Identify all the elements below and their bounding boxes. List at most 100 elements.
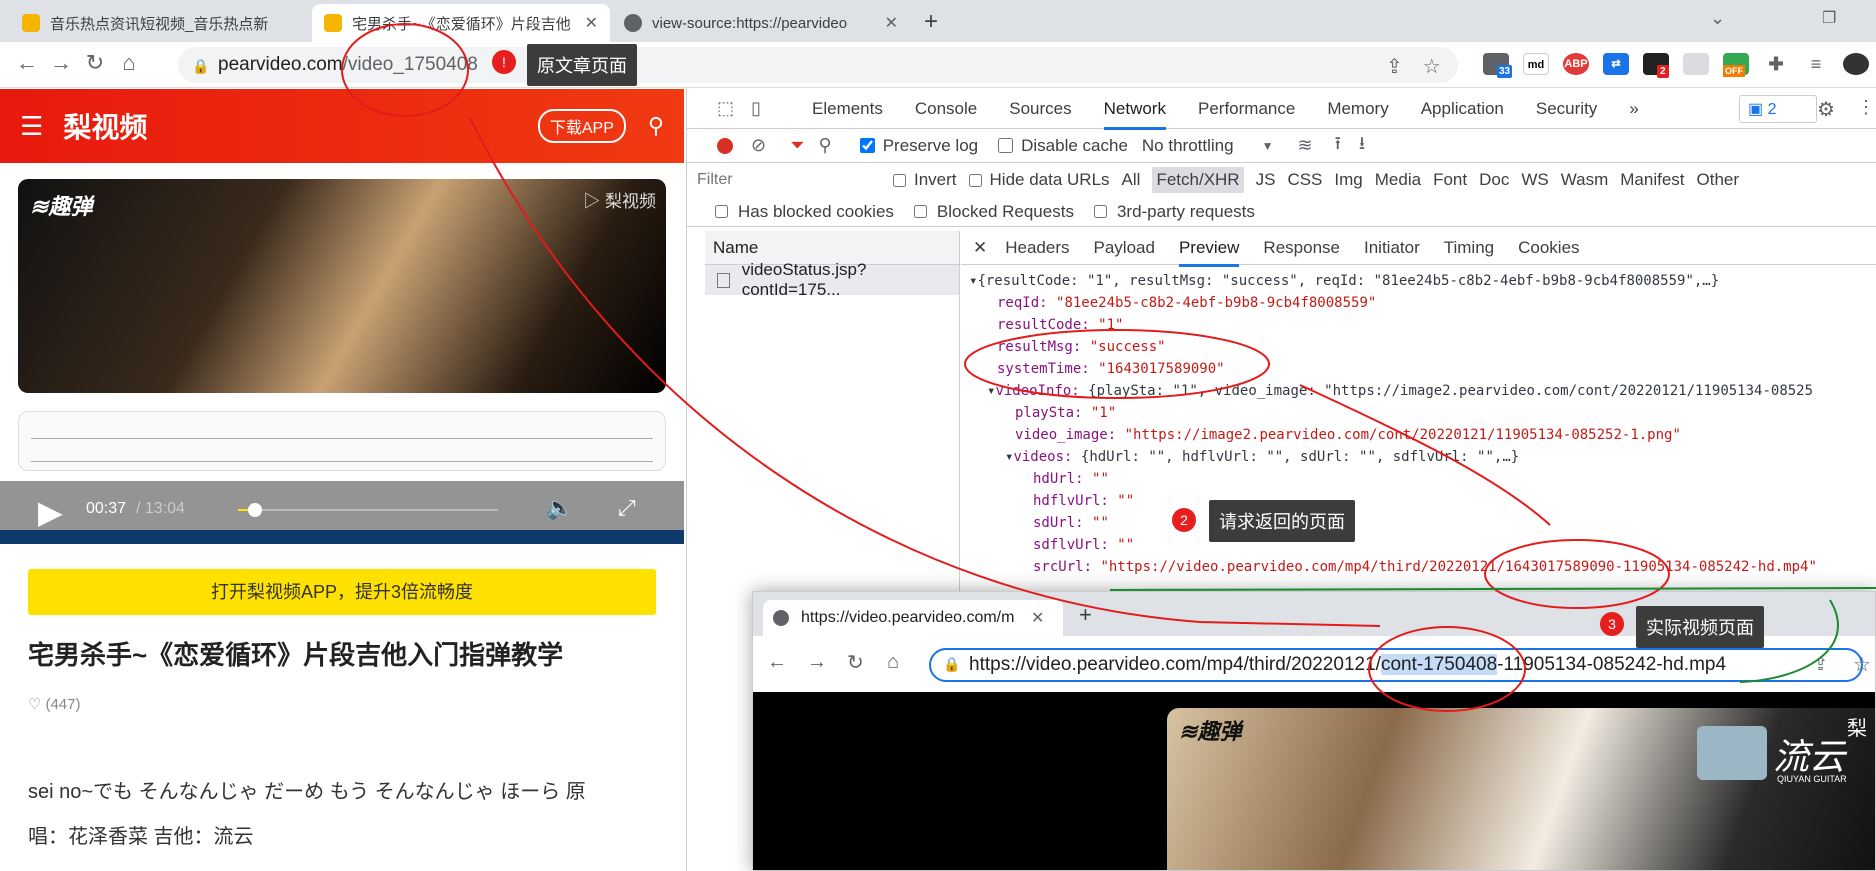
type-other[interactable]: Other [1697, 170, 1740, 190]
blocked-cookies-checkbox[interactable] [715, 205, 728, 218]
progress-track[interactable] [238, 509, 498, 511]
type-ws[interactable]: WS [1521, 170, 1548, 190]
filter-icon[interactable]: ⏷ [790, 135, 804, 156]
tab-memory[interactable]: Memory [1327, 99, 1388, 119]
tab-elements[interactable]: Elements [812, 99, 883, 119]
extension-icon[interactable]: OFF [1723, 53, 1749, 77]
issues-button[interactable]: ▣ 2 [1739, 95, 1818, 123]
more-tabs-icon[interactable]: » [1629, 99, 1638, 119]
blocked-requests-checkbox[interactable] [913, 205, 927, 218]
close-tab-icon[interactable]: ✕ [577, 13, 598, 33]
settings-icon[interactable]: ⚙ [1817, 97, 1835, 122]
puzzle-icon[interactable]: ✚ [1763, 53, 1789, 75]
volume-icon[interactable]: 🔈 [546, 495, 573, 521]
hide-data-urls-checkbox[interactable] [968, 173, 982, 187]
home-icon[interactable]: ⌂ [112, 50, 146, 76]
tab-cookies[interactable]: Cookies [1518, 238, 1579, 258]
dropdown-arrow-icon[interactable]: ▼ [1262, 139, 1274, 153]
heart-icon[interactable]: ♡ [28, 695, 41, 713]
tab-3[interactable]: view-source:https://pearvideo ✕ [612, 4, 910, 42]
network-conditions-icon[interactable]: ≋ [1297, 135, 1312, 156]
throttling-select[interactable]: No throttling [1142, 136, 1234, 156]
tab-timing[interactable]: Timing [1444, 238, 1494, 258]
home-icon[interactable]: ⌂ [887, 651, 927, 674]
kebab-menu-icon[interactable]: ⋮ [1857, 97, 1875, 118]
fullscreen-icon[interactable]: ⤢ [618, 495, 636, 521]
type-wasm[interactable]: Wasm [1561, 170, 1609, 190]
tab-headers[interactable]: Headers [1005, 238, 1069, 258]
search-icon[interactable]: ⚲ [648, 113, 664, 139]
invert-checkbox[interactable] [893, 173, 906, 187]
document-ext-icon[interactable] [1683, 53, 1709, 75]
popup-address-bar[interactable]: https://video.pearvideo.com/mp4/third/20… [929, 648, 1863, 682]
bookmark-star-icon[interactable]: ☆ [1423, 54, 1441, 79]
type-img[interactable]: Img [1334, 170, 1362, 190]
forward-icon[interactable]: → [44, 50, 78, 76]
lock-icon[interactable]: 🔒 [943, 656, 960, 673]
type-fetch-xhr[interactable]: Fetch/XHR [1152, 167, 1244, 193]
tab-console[interactable]: Console [915, 99, 977, 119]
tab-search-icon[interactable]: ⌄ [1710, 8, 1725, 29]
type-all[interactable]: All [1122, 170, 1141, 190]
address-bar[interactable]: pearvideo.com/video_1750408 [178, 47, 1458, 83]
site-logo[interactable]: 梨视频 [63, 106, 147, 146]
clear-icon[interactable]: ⊘ [751, 135, 766, 156]
popup-tab[interactable]: https://video.pearvideo.com/m ✕ [763, 600, 1063, 636]
type-doc[interactable]: Doc [1479, 170, 1509, 190]
export-har-icon[interactable]: ⭳ [1359, 131, 1365, 161]
type-css[interactable]: CSS [1287, 170, 1322, 190]
lock-icon[interactable]: 🔒 [192, 58, 209, 75]
menu-icon[interactable]: ☰ [20, 111, 43, 142]
type-js[interactable]: JS [1256, 170, 1276, 190]
download-app-button[interactable]: 下载APP [537, 109, 626, 143]
tab-preview[interactable]: Preview [1178, 238, 1240, 267]
markdown-ext-icon[interactable]: md [1523, 53, 1549, 75]
type-media[interactable]: Media [1375, 170, 1421, 190]
search-icon[interactable]: ⚲ [819, 135, 832, 156]
tab-security[interactable]: Security [1536, 99, 1597, 119]
tab-response[interactable]: Response [1263, 238, 1340, 258]
reload-icon[interactable]: ↻ [847, 650, 887, 675]
inspect-icon[interactable]: ⬚ [717, 98, 734, 119]
filter-input[interactable] [697, 168, 877, 192]
back-icon[interactable]: ← [10, 50, 44, 76]
tab-2-active[interactable]: 宅男杀手~《恋爱循环》片段吉他 ✕ [312, 4, 610, 42]
sync-ext-icon[interactable]: ⇄ [1603, 53, 1629, 75]
close-detail-icon[interactable]: ✕ [973, 238, 987, 258]
open-app-button[interactable]: 打开梨视频APP，提升3倍流畅度 [28, 569, 656, 615]
tab-1[interactable]: 音乐热点资讯短视频_音乐热点新 [10, 4, 310, 42]
tab-application[interactable]: Application [1421, 99, 1504, 119]
tab-network[interactable]: Network [1103, 99, 1166, 130]
tab-initiator[interactable]: Initiator [1364, 238, 1420, 258]
extension-icon[interactable]: 2 [1643, 53, 1669, 78]
new-tab-button[interactable]: + [1079, 602, 1092, 628]
restore-window-icon[interactable]: ❐ [1822, 8, 1836, 28]
reload-icon[interactable]: ↻ [78, 50, 112, 76]
share-icon[interactable]: ⇪ [1386, 54, 1403, 79]
video-thumbnail[interactable]: ≋趣弹 ▷ 梨视频 [18, 179, 666, 393]
type-manifest[interactable]: Manifest [1620, 170, 1684, 190]
json-videos[interactable]: ▾videos: {hdUrl: "", hdflvUrl: "", sdUrl… [969, 446, 1876, 468]
close-tab-icon[interactable]: ✕ [877, 13, 898, 33]
adblock-icon[interactable]: ABP [1563, 53, 1589, 75]
record-icon[interactable] [717, 137, 733, 154]
forward-icon[interactable]: → [807, 651, 847, 674]
avatar[interactable] [1843, 53, 1869, 75]
play-icon[interactable]: ▶ [38, 493, 63, 531]
type-font[interactable]: Font [1433, 170, 1467, 190]
progress-handle[interactable] [248, 503, 262, 517]
tab-payload[interactable]: Payload [1094, 238, 1155, 258]
back-icon[interactable]: ← [767, 651, 807, 674]
preserve-log-checkbox[interactable] [859, 138, 875, 153]
share-icon[interactable]: ⇪ [1813, 654, 1828, 675]
extension-icon[interactable]: 33 [1483, 53, 1513, 78]
close-tab-icon[interactable]: ✕ [1031, 608, 1044, 628]
import-har-icon[interactable]: ⭱ [1335, 131, 1341, 161]
device-toggle-icon[interactable]: ▯ [751, 98, 761, 119]
tab-performance[interactable]: Performance [1198, 99, 1295, 119]
request-row[interactable]: videoStatus.jsp?contId=175... [705, 260, 959, 299]
new-tab-button[interactable]: + [924, 8, 938, 36]
tab-sources[interactable]: Sources [1009, 99, 1071, 119]
json-videoinfo[interactable]: ▾videoInfo: {playSta: "1", video_image: … [969, 380, 1876, 402]
json-root[interactable]: ▾{resultCode: "1", resultMsg: "success",… [969, 270, 1876, 292]
